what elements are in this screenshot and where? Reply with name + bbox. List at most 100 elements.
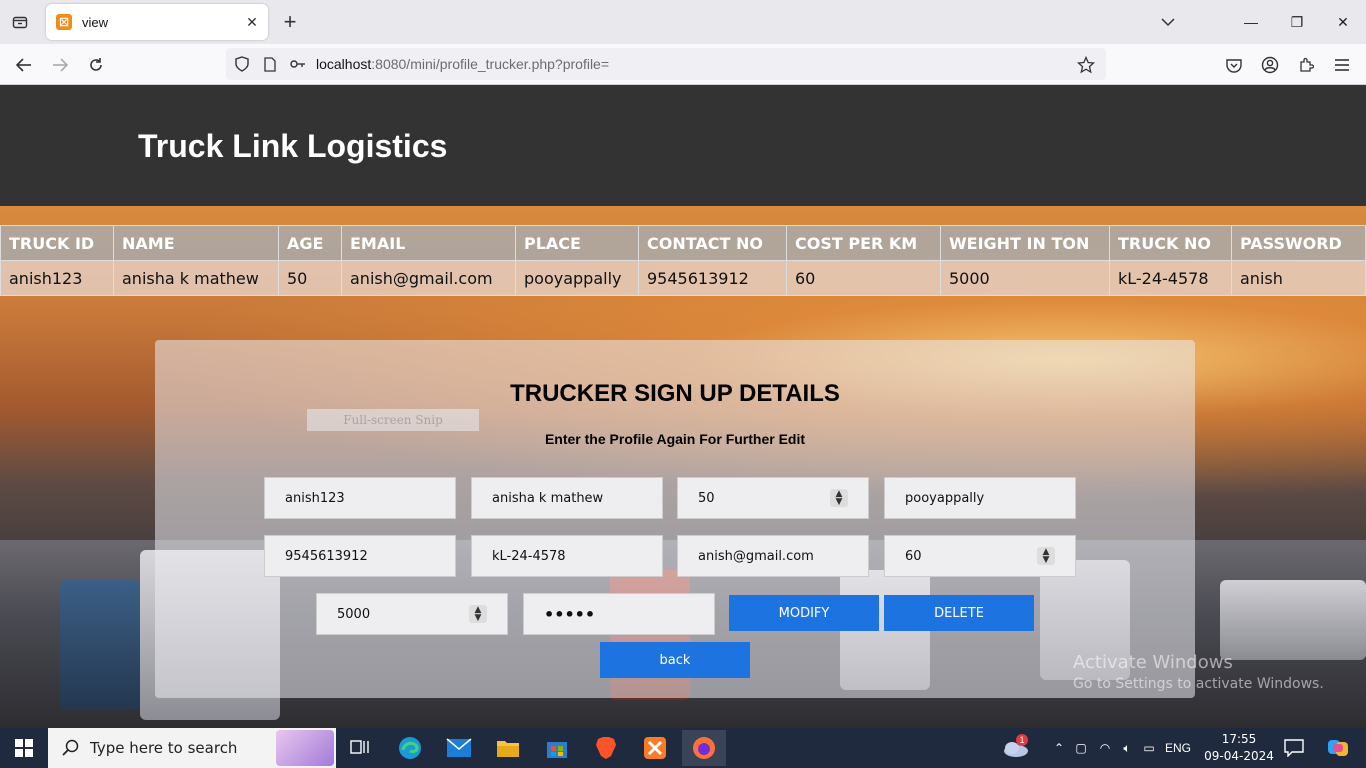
place-input[interactable]: pooyappally	[884, 477, 1076, 519]
truck-no-input[interactable]: kL-24-4578	[471, 535, 663, 577]
notifications-icon[interactable]	[1272, 732, 1316, 764]
browser-tab-bar: ☒ view ✕ + — ❐ ✕	[0, 0, 1366, 44]
forward-arrow-icon[interactable]	[47, 52, 73, 78]
watermark-line2: Go to Settings to activate Windows.	[1073, 676, 1324, 692]
language-indicator[interactable]: ENG	[1160, 741, 1196, 755]
activate-windows-watermark: Activate Windows Go to Settings to activ…	[1073, 652, 1324, 692]
account-icon[interactable]	[1257, 52, 1283, 78]
edit-form-panel: TRUCKER SIGN UP DETAILS Full-screen Snip…	[155, 340, 1195, 698]
spinner-icon[interactable]: ▲ ▼	[830, 489, 848, 507]
meet-now-icon[interactable]: ▢	[1068, 741, 1094, 755]
table-cell: 5000	[940, 260, 1110, 296]
web-page: Truck Link Logistics TRUCK ID NAME AGE E…	[0, 85, 1366, 728]
new-tab-icon[interactable]: +	[278, 9, 302, 34]
task-view-icon[interactable]	[338, 732, 382, 764]
age-value: 50	[698, 490, 715, 506]
unicorn-search-art-icon	[276, 730, 334, 766]
table-header-row: TRUCK ID NAME AGE EMAIL PLACE CONTACT NO…	[0, 225, 1366, 261]
email-input[interactable]: anish@gmail.com	[677, 535, 869, 577]
table-cell: pooyappally	[515, 260, 639, 296]
spinner-icon[interactable]: ▲ ▼	[1037, 547, 1055, 565]
minimize-icon[interactable]: —	[1228, 0, 1274, 44]
windows-taskbar: Type here to search 1 ⌃ ▢ ◠ 🔈︎ ▭ ENG 17:…	[0, 728, 1366, 768]
firefox-icon[interactable]	[682, 730, 726, 766]
table-cell: anish	[1231, 260, 1366, 296]
column-header: WEIGHT IN TON	[940, 225, 1110, 261]
menu-hamburger-icon[interactable]	[1329, 52, 1355, 78]
modify-button[interactable]: MODIFY	[729, 595, 879, 631]
wifi-icon[interactable]: ◠	[1094, 741, 1116, 755]
cost-value: 60	[905, 548, 922, 564]
xampp-favicon-icon: ☒	[56, 14, 72, 30]
tab-list-icon[interactable]	[8, 10, 32, 34]
contact-input[interactable]: 9545613912	[264, 535, 456, 577]
browser-navbar: localhost:8080/mini/profile_trucker.php?…	[0, 44, 1366, 85]
column-header: NAME	[113, 225, 279, 261]
volume-icon[interactable]: 🔈︎	[1116, 741, 1138, 756]
list-all-tabs-icon[interactable]	[1156, 10, 1180, 34]
table-cell: anish@gmail.com	[341, 260, 516, 296]
snip-overlay-label: Full-screen Snip	[307, 409, 479, 431]
weight-value: 5000	[337, 606, 371, 622]
weather-badge: 1	[1016, 734, 1028, 746]
edge-browser-icon[interactable]	[388, 732, 432, 764]
form-subtitle: Enter the Profile Again For Further Edit	[544, 431, 806, 447]
back-button[interactable]: back	[600, 642, 750, 678]
file-explorer-icon[interactable]	[486, 732, 530, 764]
chevron-up-icon[interactable]: ⌃	[1050, 741, 1068, 755]
url-bar[interactable]: localhost:8080/mini/profile_trucker.php?…	[226, 48, 1106, 80]
url-text: localhost:8080/mini/profile_trucker.php?…	[316, 56, 610, 72]
mail-icon[interactable]	[437, 732, 481, 764]
permissions-key-icon[interactable]	[284, 50, 312, 78]
column-header: TRUCK ID	[0, 225, 114, 261]
watermark-line1: Activate Windows	[1073, 652, 1233, 673]
age-input[interactable]: 50 ▲ ▼	[677, 477, 869, 519]
system-tray: ⌃ ▢ ◠ 🔈︎ ▭ ENG	[1050, 728, 1196, 768]
password-input[interactable]: •••••	[523, 593, 715, 635]
table-cell: anish123	[0, 260, 114, 296]
restore-icon[interactable]: ❐	[1274, 0, 1320, 44]
truck-id-input[interactable]: anish123	[264, 477, 456, 519]
pocket-icon[interactable]	[1221, 52, 1247, 78]
extensions-icon[interactable]	[1293, 52, 1319, 78]
window-close-icon[interactable]: ✕	[1320, 0, 1366, 44]
reload-icon[interactable]	[83, 52, 109, 78]
page-info-icon[interactable]	[256, 50, 284, 78]
trucker-table: TRUCK ID NAME AGE EMAIL PLACE CONTACT NO…	[0, 225, 1366, 296]
column-header: PLACE	[515, 225, 639, 261]
column-header: TRUCK NO	[1109, 225, 1232, 261]
brave-browser-icon[interactable]	[584, 732, 628, 764]
shield-icon[interactable]	[228, 50, 256, 78]
table-cell: 60	[786, 260, 941, 296]
table-cell: 9545613912	[638, 260, 787, 296]
column-header: COST PER KM	[786, 225, 941, 261]
column-header: PASSWORD	[1231, 225, 1366, 261]
close-tab-icon[interactable]: ✕	[240, 10, 264, 34]
cost-per-km-input[interactable]: 60 ▲ ▼	[884, 535, 1076, 577]
windows-start-icon[interactable]	[0, 728, 48, 768]
table-cell: anisha k mathew	[113, 260, 279, 296]
taskbar-search-box[interactable]: Type here to search	[48, 728, 336, 768]
weight-input[interactable]: 5000 ▲ ▼	[316, 593, 508, 635]
browser-tab-active[interactable]: ☒ view ✕	[46, 4, 268, 40]
weather-icon[interactable]: 1	[994, 732, 1038, 764]
tab-title: view	[82, 14, 109, 30]
bookmark-star-icon[interactable]	[1072, 51, 1100, 79]
delete-button[interactable]: DELETE	[884, 595, 1034, 631]
xampp-icon[interactable]	[633, 732, 677, 764]
clock[interactable]: 17:55 09-04-2024	[1204, 731, 1274, 765]
column-header: CONTACT NO	[638, 225, 787, 261]
back-arrow-icon[interactable]	[11, 52, 37, 78]
copilot-icon[interactable]	[1316, 732, 1360, 764]
battery-icon[interactable]: ▭	[1138, 741, 1160, 755]
table-cell: kL-24-4578	[1109, 260, 1232, 296]
clock-date: 09-04-2024	[1204, 749, 1274, 763]
site-title: Truck Link Logistics	[138, 128, 448, 164]
name-input[interactable]: anisha k mathew	[471, 477, 663, 519]
search-placeholder: Type here to search	[90, 739, 238, 757]
table-row: anish123 anisha k mathew 50 anish@gmail.…	[0, 260, 1366, 296]
spinner-icon[interactable]: ▲ ▼	[469, 605, 487, 623]
microsoft-store-icon[interactable]	[535, 732, 579, 764]
search-icon	[62, 739, 79, 756]
table-cell: 50	[278, 260, 342, 296]
